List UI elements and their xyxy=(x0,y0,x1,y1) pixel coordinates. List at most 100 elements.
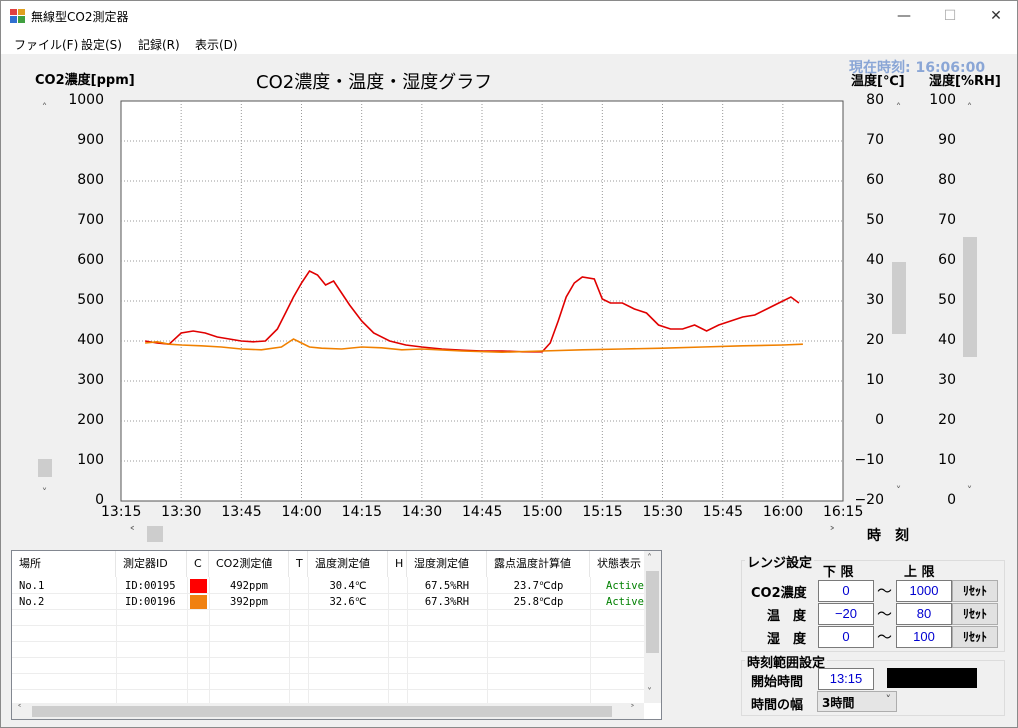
main-window: 無線型CO2測定器 — ☐ ✕ ファイル(F) 設定(S) 記録(R) 表示(D… xyxy=(0,0,1018,728)
scroll-thumb[interactable] xyxy=(32,706,612,717)
scroll-up-icon[interactable]: ˄ xyxy=(647,553,652,564)
temp-tick-label: 50 xyxy=(866,212,884,228)
scroll-thumb[interactable] xyxy=(38,459,52,477)
row-divider xyxy=(12,689,644,690)
time-tick-label: 13:45 xyxy=(221,504,262,520)
table-hscrollbar[interactable]: ˂ ˃ xyxy=(12,703,644,719)
time-tick-label: 14:00 xyxy=(281,504,322,520)
time-tick-label: 14:15 xyxy=(341,504,383,520)
range-settings-title: レンジ設定 xyxy=(745,552,815,571)
co2-lower-input[interactable]: 0 xyxy=(818,580,874,602)
cell-id: ID:00195 xyxy=(125,580,176,592)
time-width-select[interactable]: 3時間 ˅ xyxy=(817,691,897,712)
time-tick-label: 15:15 xyxy=(582,504,623,520)
hum-tick-label: 20 xyxy=(938,412,956,428)
column-header[interactable]: 温度測定値 xyxy=(308,551,388,577)
measurement-table: 場所 測定器ID C CO2測定値 T 温度測定値 H 湿度測定値 露点温度計算値 状態表示 No… xyxy=(11,550,662,720)
temp-tick-label: 60 xyxy=(866,172,884,188)
time-tick-label: 15:30 xyxy=(642,504,683,520)
hum-upper-input[interactable]: 100 xyxy=(896,626,952,648)
temp-reset-button[interactable]: ﾘｾｯﾄ xyxy=(952,603,998,625)
co2-tick-label: 700 xyxy=(77,212,104,228)
cell-place: No.1 xyxy=(19,580,45,592)
column-header[interactable]: 状態表示 xyxy=(590,551,652,577)
scroll-down-icon[interactable]: ˅ xyxy=(961,484,978,497)
scroll-down-icon[interactable]: ˅ xyxy=(890,484,907,497)
scroll-left-icon[interactable]: ˂ xyxy=(129,526,136,541)
time-scrollbar[interactable]: ˂ ˃ xyxy=(121,525,849,543)
co2-tick-label: 200 xyxy=(77,412,104,428)
hum-tick-label: 90 xyxy=(938,132,956,148)
temp-tick-label: 10 xyxy=(866,372,884,388)
time-tick-label: 15:45 xyxy=(702,504,744,520)
cell-co2: 492ppm xyxy=(230,580,268,592)
temp-range-label: 温 度 xyxy=(767,609,807,624)
temp-tick-label: 30 xyxy=(866,292,884,308)
column-header[interactable]: T xyxy=(289,551,308,577)
hum-tick-label: 40 xyxy=(938,332,956,348)
scroll-down-icon[interactable]: ˅ xyxy=(36,486,53,499)
scroll-up-icon[interactable]: ˄ xyxy=(961,101,978,114)
column-header[interactable]: C xyxy=(187,551,209,577)
hum-lower-input[interactable]: 0 xyxy=(818,626,874,648)
temp-upper-input[interactable]: 80 xyxy=(896,603,952,625)
hum-tick-label: 80 xyxy=(938,172,956,188)
temp-tick-label: 70 xyxy=(866,132,884,148)
co2-tick-label: 1000 xyxy=(68,92,104,108)
cell-dew: 23.7℃dp xyxy=(513,580,564,592)
time-tick-label: 16:00 xyxy=(762,504,804,520)
column-header[interactable]: 測定器ID xyxy=(116,551,187,577)
range-tilde: 〜 xyxy=(877,605,893,623)
temp-tick-label: −10 xyxy=(854,452,884,468)
row-divider xyxy=(12,673,644,674)
co2-tick-label: 0 xyxy=(95,492,104,508)
co2-reset-button[interactable]: ﾘｾｯﾄ xyxy=(952,580,998,602)
column-header[interactable]: 湿度測定値 xyxy=(407,551,487,577)
scroll-thumb[interactable] xyxy=(963,237,977,357)
time-tick-label: 13:15 xyxy=(101,504,142,520)
temp-lower-input[interactable]: −20 xyxy=(818,603,874,625)
scroll-thumb[interactable] xyxy=(892,262,906,334)
co2-scrollbar[interactable]: ˄ ˅ xyxy=(36,101,53,503)
column-header[interactable]: 露点温度計算値 xyxy=(487,551,590,577)
upper-limit-label: 上 限 xyxy=(904,565,935,580)
scroll-left-icon[interactable]: ˂ xyxy=(17,704,22,715)
time-tick-label: 13:30 xyxy=(161,504,202,520)
cell-temp: 30.4℃ xyxy=(329,580,367,592)
scroll-right-icon[interactable]: ˃ xyxy=(829,526,836,541)
hum-reset-button[interactable]: ﾘｾｯﾄ xyxy=(952,626,998,648)
scroll-right-icon[interactable]: ˃ xyxy=(630,704,635,715)
start-time-input[interactable]: 13:15 xyxy=(818,668,874,690)
range-tilde: 〜 xyxy=(877,628,893,646)
hum-tick-label: 100 xyxy=(929,92,956,108)
co2-tick-label: 900 xyxy=(77,132,104,148)
column-header[interactable]: H xyxy=(388,551,407,577)
scroll-thumb[interactable] xyxy=(147,526,163,542)
time-range-title: 時刻範囲設定 xyxy=(745,652,828,671)
hum-scrollbar[interactable]: ˄ ˅ xyxy=(961,101,978,503)
column-header[interactable]: CO2測定値 xyxy=(209,551,289,577)
temp-tick-label: 80 xyxy=(866,92,884,108)
scroll-up-icon[interactable]: ˄ xyxy=(890,101,907,114)
time-tick-label: 14:30 xyxy=(401,504,443,520)
range-tilde: 〜 xyxy=(877,582,893,600)
scroll-thumb[interactable] xyxy=(646,571,659,653)
hum-range-label: 湿 度 xyxy=(767,632,807,647)
cell-hum: 67.3%RH xyxy=(424,596,470,608)
cell-place: No.2 xyxy=(19,596,45,608)
co2-tick-label: 800 xyxy=(77,172,104,188)
hum-tick-label: 10 xyxy=(938,452,956,468)
lower-limit-label: 下 限 xyxy=(823,565,854,580)
column-header[interactable]: 場所 xyxy=(12,551,116,577)
scroll-up-icon[interactable]: ˄ xyxy=(36,101,53,114)
scroll-down-icon[interactable]: ˅ xyxy=(647,687,652,698)
hum-tick-label: 50 xyxy=(938,292,956,308)
temp-scrollbar[interactable]: ˄ ˅ xyxy=(890,101,907,503)
co2-upper-input[interactable]: 1000 xyxy=(896,580,952,602)
co2-tick-label: 100 xyxy=(77,452,104,468)
start-time-label: 開始時間 xyxy=(751,675,804,690)
table-vscrollbar[interactable]: ˄ ˅ xyxy=(644,551,661,703)
row-divider xyxy=(12,641,644,642)
color-swatch xyxy=(190,595,207,609)
co2-tick-label: 300 xyxy=(77,372,104,388)
